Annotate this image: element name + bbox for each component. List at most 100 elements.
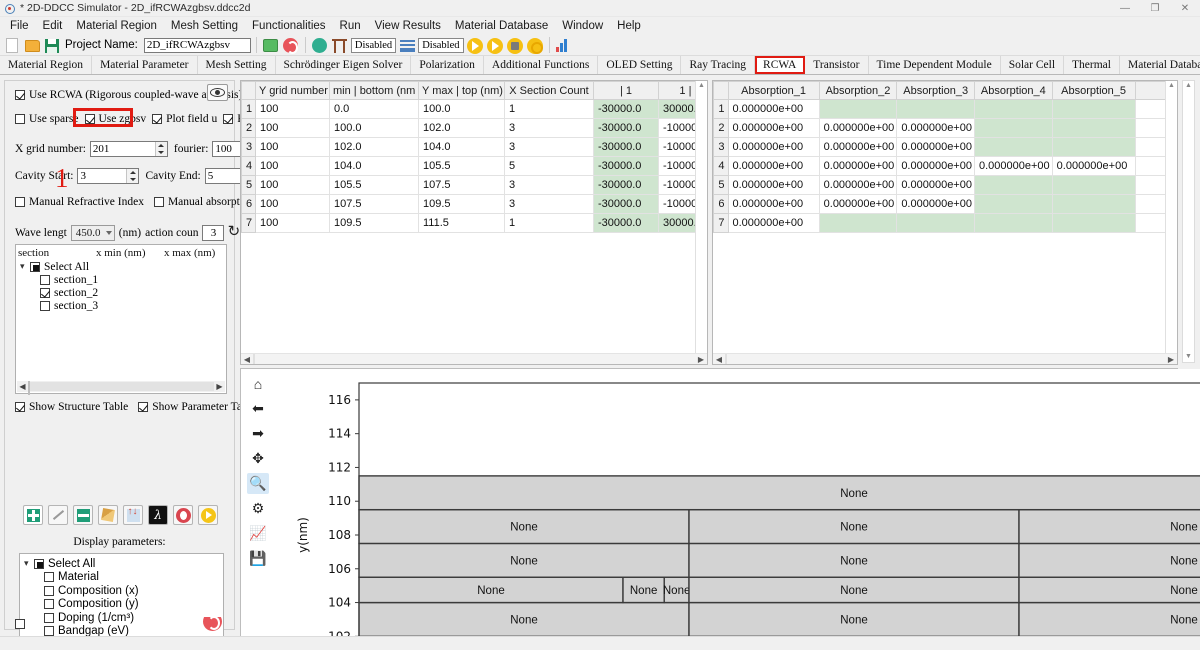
table-row[interactable]: 2 0.000000e+00 0.000000e+00 0.000000e+00 xyxy=(713,118,1177,138)
cell-absorption-4[interactable] xyxy=(973,213,1053,233)
tab-thermal[interactable]: Thermal xyxy=(1064,56,1120,74)
scroll-up-icon[interactable]: ▲ xyxy=(1166,81,1177,91)
table-row[interactable]: 6 100 107.5 109.5 3 -30000.0 -10000.0 xyxy=(241,194,707,214)
structure-table-hscrollbar[interactable]: ◀ ▶ xyxy=(241,353,707,364)
cell-y-grid-number[interactable]: 100 xyxy=(255,175,330,195)
open-folder-icon[interactable] xyxy=(23,37,41,54)
play-icon[interactable] xyxy=(198,505,218,525)
x-grid-number-stepper[interactable] xyxy=(89,141,168,157)
cell-absorption-5[interactable] xyxy=(1051,99,1136,119)
cell-x-section-count[interactable]: 3 xyxy=(504,137,594,157)
absorption-col-header[interactable]: Absorption_4 xyxy=(973,81,1053,100)
menu-run[interactable]: Run xyxy=(333,20,368,32)
checkbox-glyph[interactable] xyxy=(44,585,54,596)
chart-icon[interactable] xyxy=(555,37,573,54)
scroll-track[interactable] xyxy=(725,353,1165,364)
cell-y-grid-number[interactable]: 100 xyxy=(255,99,330,119)
cell-y-grid-number[interactable]: 100 xyxy=(255,118,330,138)
checkbox-glyph[interactable] xyxy=(40,300,50,311)
table-row[interactable]: 7 100 109.5 111.5 1 -30000.0 30000.0 xyxy=(241,213,707,233)
scroll-left-icon[interactable]: ◀ xyxy=(17,382,28,391)
lambda-icon[interactable]: λ xyxy=(148,505,168,525)
scroll-right-icon[interactable]: ▶ xyxy=(214,382,225,391)
absorption-table-hscrollbar[interactable]: ◀ ▶ xyxy=(713,353,1177,364)
remove-icon[interactable] xyxy=(73,505,93,525)
show-structure-table-checkbox[interactable]: Show Structure Table xyxy=(15,401,128,413)
chevron-down-icon[interactable]: ▾ xyxy=(24,558,34,569)
absorption-col-header[interactable]: Absorption_3 xyxy=(896,81,975,100)
new-document-icon[interactable] xyxy=(3,37,21,54)
cell-y-min-bottom[interactable]: 102.0 xyxy=(329,137,419,157)
cell-absorption-5[interactable] xyxy=(1051,137,1136,157)
cell-y-min-bottom[interactable]: 0.0 xyxy=(329,99,419,119)
cell-boundary-1[interactable]: -30000.0 xyxy=(593,137,659,157)
scroll-thumb[interactable] xyxy=(28,381,30,395)
cell-absorption-1[interactable]: 0.000000e+00 xyxy=(727,99,820,119)
tab-oled-setting[interactable]: OLED Setting xyxy=(598,56,682,74)
cell-boundary-1[interactable]: -30000.0 xyxy=(593,213,659,233)
configure-subplots-icon[interactable]: ⚙ xyxy=(247,498,269,519)
eye-icon[interactable] xyxy=(207,84,228,101)
stepper-arrows[interactable] xyxy=(126,169,139,183)
stop-icon[interactable] xyxy=(526,37,544,54)
cell-y-grid-number[interactable]: 100 xyxy=(255,213,330,233)
checkbox-glyph[interactable] xyxy=(30,261,40,272)
structure-col-header[interactable]: min | bottom (nm xyxy=(329,81,419,100)
absorption-col-header[interactable]: Absorption_2 xyxy=(818,81,898,100)
menu-view-results[interactable]: View Results xyxy=(368,20,448,32)
action-count-input[interactable] xyxy=(202,224,225,241)
cell-boundary-1[interactable]: -30000.0 xyxy=(593,175,659,195)
run-export-icon[interactable] xyxy=(506,37,524,54)
cell-y-min-bottom[interactable]: 107.5 xyxy=(329,194,419,214)
cell-x-section-count[interactable]: 5 xyxy=(504,156,594,176)
blue-lines-icon[interactable] xyxy=(398,37,416,54)
maximize-button[interactable]: ❐ xyxy=(1140,0,1170,17)
tab-mesh-setting[interactable]: Mesh Setting xyxy=(198,56,276,74)
table-row[interactable]: 1 0.000000e+00 xyxy=(713,99,1177,119)
edit-axis-icon[interactable]: 📈 xyxy=(247,523,269,544)
table-row[interactable]: 4 100 104.0 105.5 5 -30000.0 -10000.0 xyxy=(241,156,707,176)
save-icon[interactable] xyxy=(43,37,61,54)
show-parameter-table-checkbox[interactable]: Show Parameter Table xyxy=(138,401,256,413)
cell-y-max-top[interactable]: 109.5 xyxy=(418,194,505,214)
cell-boundary-1[interactable]: -30000.0 xyxy=(593,156,659,176)
structure-col-header[interactable]: Y max | top (nm) xyxy=(418,81,505,100)
params-select-all-row[interactable]: ▾ Select All xyxy=(20,557,223,571)
cell-y-min-bottom[interactable]: 105.5 xyxy=(329,175,419,195)
cavity-start-stepper[interactable] xyxy=(77,168,140,184)
cell-absorption-5[interactable] xyxy=(1051,194,1136,214)
x-grid-number-input[interactable] xyxy=(90,142,155,156)
page-vscrollbar[interactable]: ▲ ▼ xyxy=(1182,80,1195,363)
checkbox-glyph[interactable] xyxy=(44,572,54,583)
menu-functionalities[interactable]: Functionalities xyxy=(245,20,333,32)
cell-absorption-3[interactable] xyxy=(896,99,975,119)
section-list-hscrollbar[interactable]: ◀ ▶ xyxy=(17,381,225,395)
tab-solar-cell[interactable]: Solar Cell xyxy=(1001,56,1065,74)
cell-absorption-3[interactable]: 0.000000e+00 xyxy=(896,194,975,214)
cell-absorption-1[interactable]: 0.000000e+00 xyxy=(727,175,820,195)
manual-refractive-index-checkbox[interactable]: Manual Refractive Index xyxy=(15,196,144,208)
scroll-track[interactable] xyxy=(253,353,695,364)
scroll-right-icon[interactable]: ▶ xyxy=(1165,355,1177,364)
cell-y-max-top[interactable]: 111.5 xyxy=(418,213,505,233)
table-row[interactable]: 3 0.000000e+00 0.000000e+00 0.000000e+00 xyxy=(713,137,1177,157)
sort-icon[interactable] xyxy=(123,505,143,525)
table-row[interactable]: 4 0.000000e+00 0.000000e+00 0.000000e+00… xyxy=(713,156,1177,176)
cell-absorption-3[interactable]: 0.000000e+00 xyxy=(896,156,975,176)
cell-absorption-4[interactable] xyxy=(973,194,1053,214)
cell-absorption-4[interactable] xyxy=(973,99,1053,119)
absorption-col-header[interactable]: Absorption_5 xyxy=(1051,81,1136,100)
checkbox-glyph[interactable] xyxy=(15,619,25,629)
cell-absorption-4[interactable]: 0.000000e+00 xyxy=(973,156,1053,176)
tab-rcwa[interactable]: RCWA xyxy=(755,56,806,74)
scroll-left-icon[interactable]: ◀ xyxy=(241,355,253,364)
cell-x-section-count[interactable]: 3 xyxy=(504,175,594,195)
cell-absorption-2[interactable]: 0.000000e+00 xyxy=(818,175,898,195)
scroll-right-icon[interactable]: ▶ xyxy=(695,355,707,364)
cell-y-max-top[interactable]: 104.0 xyxy=(418,137,505,157)
cell-y-grid-number[interactable]: 100 xyxy=(255,137,330,157)
cell-absorption-2[interactable] xyxy=(818,213,898,233)
stop-red-icon[interactable] xyxy=(173,505,193,525)
cell-absorption-1[interactable]: 0.000000e+00 xyxy=(727,194,820,214)
tab-additional-functions[interactable]: Additional Functions xyxy=(484,56,599,74)
